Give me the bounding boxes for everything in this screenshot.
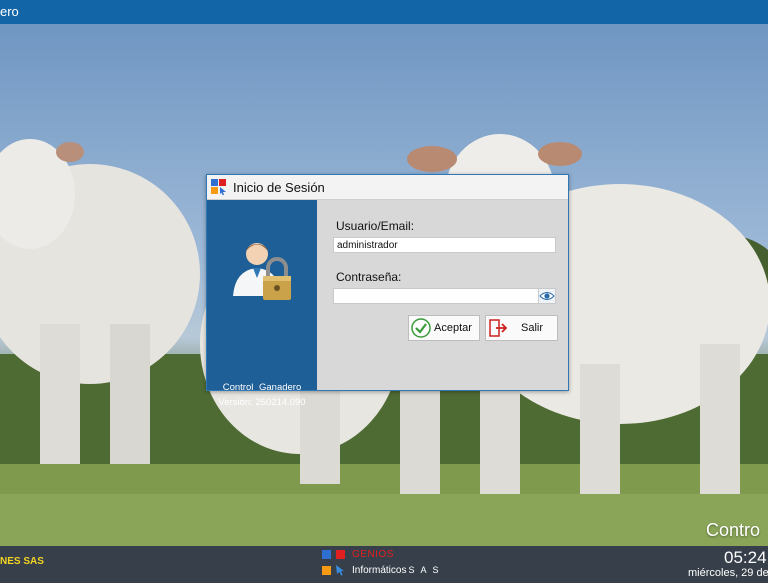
clock-date: miércoles, 29 de — [688, 567, 768, 579]
app-name-label: Control Ganadero — [222, 382, 302, 393]
eye-icon — [539, 292, 555, 300]
user-lock-icon — [233, 243, 291, 300]
exit-door-icon — [489, 319, 508, 337]
dialog-title-bar: Inicio de Sesión — [207, 175, 568, 200]
brand-sas-text: S A S — [408, 565, 441, 575]
password-label: Contraseña: — [336, 270, 402, 284]
password-input[interactable] — [333, 288, 539, 304]
app-banner-text: Contro — [706, 520, 761, 540]
show-password-button[interactable] — [538, 288, 556, 304]
exit-label: Salir — [521, 322, 544, 334]
dialog-title: Inicio de Sesión — [233, 180, 325, 195]
brand-cursor-icon — [336, 565, 344, 576]
brand-informaticos-text: Informáticos — [352, 565, 407, 576]
dialog-side-panel: Control Ganadero Versión: 250214.090 — [207, 200, 317, 408]
username-input[interactable]: administrador — [333, 237, 556, 253]
app-logo-icon — [211, 179, 226, 195]
company-name: NES SAS — [0, 556, 44, 567]
brand-genios: GENIOS — [352, 549, 394, 560]
brand-informaticos: Informáticos S A S — [352, 565, 441, 576]
accept-button[interactable]: Aceptar — [408, 315, 480, 341]
exit-button[interactable]: Salir — [485, 315, 558, 341]
brand-logo-square-blue — [322, 550, 331, 559]
brand-logo-square-orange — [322, 566, 331, 575]
status-bar: NES SAS GENIOS Informáticos S A S 05:24 m… — [0, 546, 768, 583]
check-icon — [411, 318, 431, 338]
version-label: Versión: 250214.090 — [218, 397, 306, 408]
window-title: ero — [0, 4, 19, 19]
clock-time: 05:24 — [724, 548, 767, 567]
accept-label: Aceptar — [434, 322, 472, 334]
username-label: Usuario/Email: — [336, 219, 415, 233]
brand-logo-square-red — [336, 550, 345, 559]
window-title-bar: ero — [0, 0, 768, 24]
login-dialog: Inicio de Sesión Control Ganadero Versió… — [206, 174, 569, 408]
